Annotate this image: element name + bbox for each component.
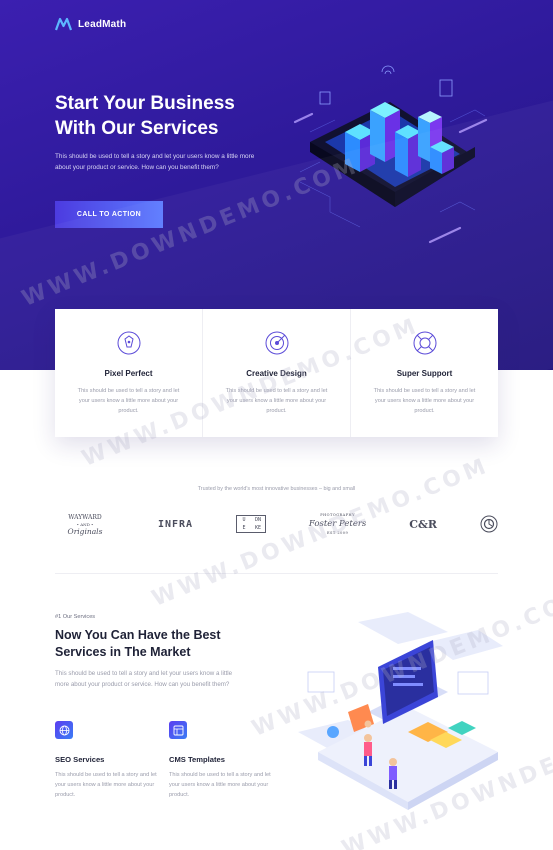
service-cms: CMS Templates This should be used to tel… — [169, 721, 279, 800]
logo-foster-name: Foster Peters — [308, 518, 367, 529]
trusted-by-label: Trusted by the world's most innovative b… — [197, 486, 356, 492]
logo-wayward-bottom: Originals — [67, 526, 103, 536]
logo-undne: U DN E KE — [235, 515, 266, 533]
feature-title: Creative Design — [246, 369, 307, 378]
service-text: This should be used to tell a story and … — [169, 772, 271, 798]
hero-description: This should be used to tell a story and … — [55, 153, 255, 171]
feature-creative-design: Creative Design This should be used to t… — [203, 309, 351, 437]
hero-title: Start Your Business With Our Services — [55, 91, 295, 141]
logo-wayward-top: WAYWARD — [68, 513, 102, 521]
hero-title-line2: With Our Services — [55, 118, 219, 139]
logo-cr: C&R — [409, 517, 438, 531]
logo-grid-cell: KE — [254, 525, 261, 531]
service-title: CMS Templates — [169, 755, 225, 764]
feature-text: This should be used to tell a story and … — [373, 388, 476, 414]
feature-title: Pixel Perfect — [104, 369, 153, 378]
service-text: This should be used to tell a story and … — [55, 772, 157, 798]
logo-mark-icon — [55, 17, 72, 31]
logo-grid-cell: U — [242, 517, 246, 523]
logo-grid-cell: DN — [254, 517, 261, 523]
call-to-action-button[interactable]: CALL TO ACTION — [55, 201, 163, 228]
service-seo: SEO Services This should be used to tell… — [55, 721, 165, 800]
logo-text: LeadMath — [78, 18, 127, 30]
services-title: Now You Can Have the Best Services in Th… — [55, 627, 265, 661]
isometric-city-illustration — [293, 65, 488, 244]
services-title-line2: Services in The Market — [55, 645, 191, 659]
logo-infra: INFRA — [157, 518, 194, 530]
logo-foster-peters: PHOTOGRAPHY Foster Peters EST 2009 — [309, 511, 366, 538]
logo-wayward-originals: WAYWARD • AND • Originals — [55, 514, 115, 535]
logo-circle-emblem-icon — [480, 515, 498, 533]
layout-icon — [169, 721, 187, 739]
isometric-workspace-illustration — [298, 612, 503, 810]
lifebuoy-icon — [413, 331, 436, 355]
pen-nib-icon — [117, 331, 140, 355]
feature-title: Super Support — [396, 369, 453, 378]
feature-text: This should be used to tell a story and … — [225, 388, 328, 414]
globe-icon — [55, 721, 73, 739]
feature-super-support: Super Support This should be used to tel… — [351, 309, 498, 437]
feature-pixel-perfect: Pixel Perfect This should be used to tel… — [55, 309, 203, 437]
logo[interactable]: LeadMath — [55, 17, 126, 31]
services-title-line1: Now You Can Have the Best — [55, 628, 221, 642]
logo-grid-cell: E — [242, 525, 246, 531]
logo-foster-bottom: EST 2009 — [326, 530, 349, 535]
hero-title-line1: Start Your Business — [55, 93, 235, 114]
features-card: Pixel Perfect This should be used to tel… — [55, 309, 498, 437]
services-eyebrow: #1 Our Services — [55, 614, 96, 620]
service-title: SEO Services — [55, 755, 105, 764]
section-divider — [55, 573, 498, 574]
brand-logos: WAYWARD • AND • Originals INFRA U DN E K… — [55, 508, 498, 540]
target-icon — [265, 331, 288, 355]
services-description: This should be used to tell a story and … — [55, 670, 233, 688]
feature-text: This should be used to tell a story and … — [77, 388, 180, 414]
